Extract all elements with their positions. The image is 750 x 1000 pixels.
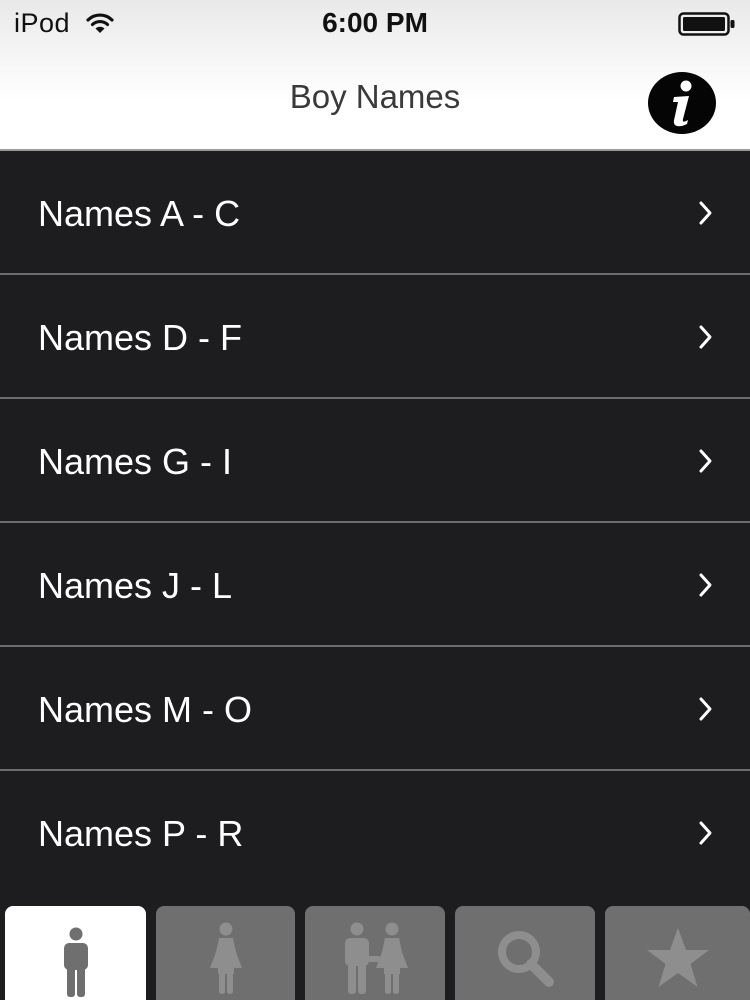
list-item-label: Names A - C: [38, 193, 241, 234]
chevron-right-icon: [699, 449, 712, 473]
tab-all-names[interactable]: [305, 906, 445, 1000]
chevron-right-icon: [699, 325, 712, 349]
battery-full-icon: [678, 12, 735, 36]
chevron-right-icon: [699, 201, 712, 225]
list-item[interactable]: Names D - F: [0, 275, 750, 399]
girl-icon: [209, 922, 242, 994]
list-item-label: Names J - L: [38, 565, 233, 606]
list-item[interactable]: Names J - L: [0, 523, 750, 647]
status-time: 6:00 PM: [322, 7, 428, 38]
list-item-label: Names D - F: [38, 317, 243, 358]
navigation-bar: Boy Names: [0, 48, 750, 149]
names-list: Names A - C Names D - F Names G - I Name…: [0, 151, 750, 895]
boy-icon: [63, 927, 88, 997]
tab-bar: [0, 895, 750, 1000]
app-screen: iPod 6:00 PM Boy Names Names A - C Names…: [0, 0, 750, 1000]
list-item-label: Names M - O: [38, 689, 253, 730]
status-bar: iPod 6:00 PM: [0, 0, 750, 48]
list-item[interactable]: Names A - C: [0, 151, 750, 275]
header: iPod 6:00 PM Boy Names: [0, 0, 750, 151]
tab-girl-names[interactable]: [156, 906, 295, 1000]
star-icon: [646, 928, 709, 987]
list-item[interactable]: Names M - O: [0, 647, 750, 771]
list-item-label: Names G - I: [38, 441, 233, 482]
chevron-right-icon: [699, 821, 712, 845]
page-title: Boy Names: [289, 78, 461, 115]
list-item[interactable]: Names G - I: [0, 399, 750, 523]
chevron-right-icon: [699, 697, 712, 721]
list-item-label: Names P - R: [38, 813, 244, 854]
tab-boy-names[interactable]: [5, 906, 146, 1000]
tab-search[interactable]: [455, 906, 595, 1000]
search-icon: [498, 931, 554, 987]
tab-favorites[interactable]: [605, 906, 750, 1000]
chevron-right-icon: [699, 573, 712, 597]
couple-icon: [345, 922, 408, 994]
list-item[interactable]: Names P - R: [0, 771, 750, 895]
info-icon[interactable]: [646, 71, 718, 135]
